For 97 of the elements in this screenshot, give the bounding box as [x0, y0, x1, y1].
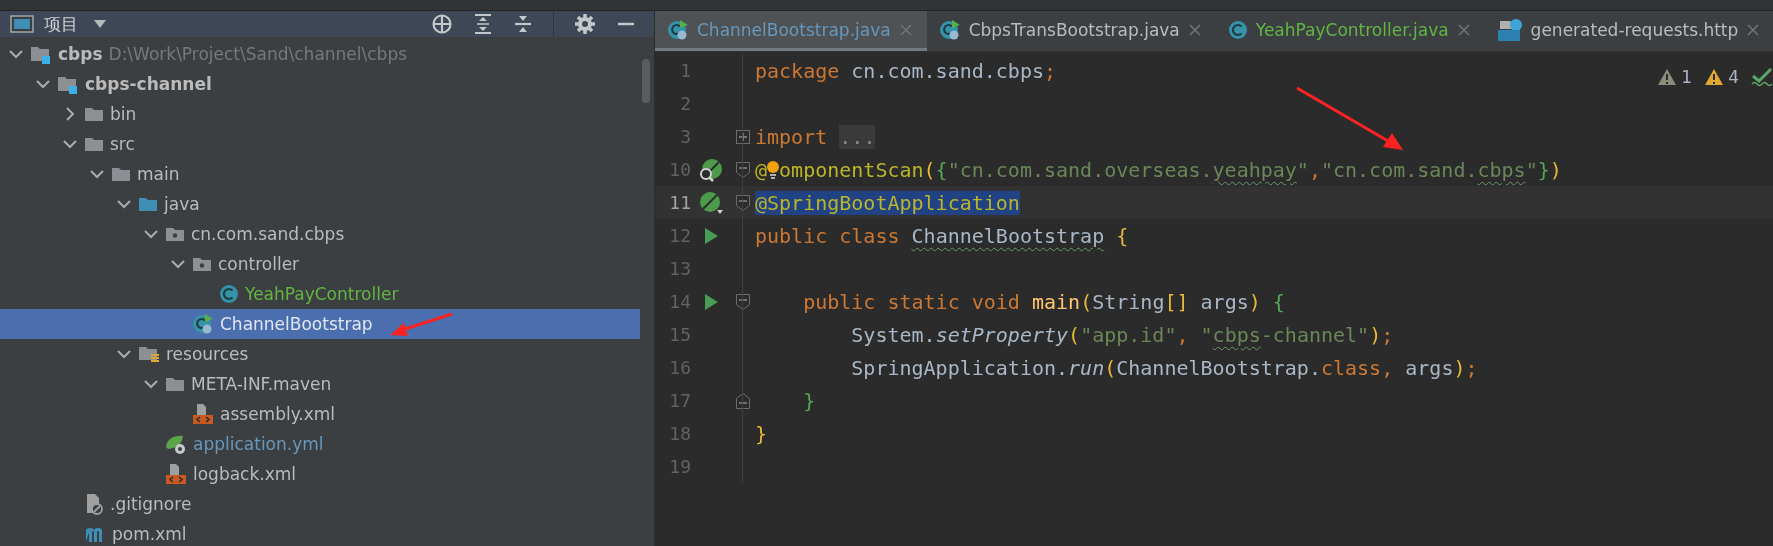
warning-icon[interactable] — [1657, 68, 1678, 86]
xml-file-icon — [165, 463, 187, 485]
api-file-icon — [1496, 17, 1523, 42]
warning-icon[interactable] — [1704, 68, 1725, 86]
code-line: } — [755, 421, 768, 446]
folder-icon — [111, 166, 131, 182]
class-icon — [219, 284, 239, 304]
line-number: 18 — [668, 423, 691, 444]
tree-item[interactable]: ChannelBootstrap — [0, 309, 640, 339]
item-label: cbps-channel — [85, 74, 212, 94]
tree-item[interactable]: src — [0, 129, 640, 159]
item-label: main — [137, 164, 180, 184]
problem-count: 4 — [1728, 67, 1739, 87]
editor-tab[interactable]: generated-requests.http — [1484, 11, 1773, 51]
spring-class-icon — [192, 313, 214, 335]
item-label: logback.xml — [193, 464, 297, 484]
tree-item[interactable]: cn.com.sand.cbps — [0, 219, 640, 249]
module-folder-icon — [57, 74, 79, 94]
line-number: 1 — [679, 60, 691, 81]
item-label: bin — [110, 104, 137, 124]
package-folder-icon — [192, 256, 212, 272]
code-line: public class ChannelBootstrap { — [755, 223, 1129, 248]
line-number: 17 — [668, 390, 691, 411]
leaf-gear-icon — [165, 433, 187, 455]
line-number: 16 — [668, 357, 691, 378]
code-line: System.setProperty("app.id", "cbps-channel"); — [850, 322, 1394, 347]
settings-icon[interactable] — [574, 13, 596, 35]
code-line: package cn.com.sand.cbps; — [755, 58, 1057, 83]
line-number: 12 — [668, 225, 691, 246]
item-label: src — [110, 134, 135, 154]
line-number: 2 — [679, 93, 691, 114]
tree-item[interactable]: .gitignore — [0, 489, 640, 519]
class-icon — [1227, 19, 1248, 40]
typo-check-icon[interactable] — [1751, 67, 1773, 87]
item-label: cbps — [58, 44, 103, 64]
item-label: application.yml — [193, 434, 324, 454]
item-path: D:\Work\Project\Sand\channel\cbps — [108, 44, 408, 64]
tree-item[interactable]: cbps-channel — [0, 69, 640, 99]
xml-file-icon — [192, 403, 214, 425]
tree-item[interactable]: java — [0, 189, 640, 219]
tree-item[interactable]: application.yml — [0, 429, 640, 459]
line-number: 14 — [668, 291, 691, 312]
folder-icon — [138, 196, 158, 212]
window-icon — [10, 14, 34, 34]
item-label: resources — [166, 344, 249, 364]
item-label: .gitignore — [110, 494, 192, 514]
spring-class-icon — [667, 18, 689, 41]
tree-item[interactable]: YeahPayController — [0, 279, 640, 309]
expand-all-icon[interactable] — [473, 13, 493, 35]
run-icon[interactable] — [702, 225, 720, 246]
tree-item[interactable]: pom.xml — [0, 519, 640, 546]
line-number: 3 — [679, 126, 691, 147]
tree-item[interactable]: controller — [0, 249, 640, 279]
code-line: SpringApplication.run(ChannelBootstrap.class, args); — [850, 355, 1478, 380]
item-label: cn.com.sand.cbps — [191, 224, 345, 244]
ignored-file-icon — [84, 493, 104, 515]
tree-item[interactable]: bin — [0, 99, 640, 129]
package-folder-icon — [165, 226, 185, 242]
folder-icon — [165, 376, 185, 392]
crosshair-icon[interactable] — [431, 13, 453, 35]
bean-search-icon[interactable] — [698, 156, 724, 183]
item-label: java — [164, 194, 200, 214]
code-line: import ... — [755, 124, 876, 149]
item-label: controller — [218, 254, 300, 274]
module-folder-icon — [30, 44, 52, 64]
item-label: assembly.xml — [220, 404, 336, 424]
line-number: 11 — [668, 192, 691, 213]
tree-item[interactable]: cbps D:\Work\Project\Sand\channel\cbps — [0, 39, 640, 69]
line-number: 10 — [668, 159, 691, 180]
editor-tab[interactable]: YeahPayController.java — [1215, 11, 1485, 51]
spring-class-icon — [938, 18, 961, 41]
item-label: pom.xml — [112, 524, 187, 544]
line-number: 19 — [668, 456, 691, 477]
tree-item[interactable]: logback.xml — [0, 459, 640, 489]
line-number: 15 — [668, 324, 691, 345]
tree-item[interactable]: META-INF.maven — [0, 369, 640, 399]
resources-folder-icon — [138, 345, 160, 363]
folder-icon — [84, 106, 104, 122]
code-line: } — [802, 388, 816, 413]
arrow-drawing — [390, 312, 453, 336]
scrollbar-thumb[interactable] — [642, 59, 650, 103]
tree-item[interactable]: main — [0, 159, 640, 189]
line-number: 13 — [668, 258, 691, 279]
code-line: @ omponentScan({"cn.com.sand.overseas.yeahpay","cn.com.sand.cbps"}) — [755, 157, 1562, 182]
folder-icon — [84, 136, 104, 152]
bean-icon[interactable] — [698, 189, 724, 216]
tree-item[interactable]: assembly.xml — [0, 399, 640, 429]
editor-tab[interactable]: CbpsTransBootstrap.java — [926, 11, 1216, 51]
code-line: public static void main(String[] args) { — [802, 289, 1285, 314]
item-label: YeahPayController — [245, 284, 399, 304]
run-icon[interactable] — [702, 291, 720, 312]
panel-title: 项目 — [44, 12, 78, 36]
tree-item[interactable]: resources — [0, 339, 640, 369]
problem-count: 1 — [1681, 67, 1693, 87]
collapse-all-icon[interactable] — [513, 13, 533, 35]
item-label: META-INF.maven — [191, 374, 332, 394]
item-label: ChannelBootstrap — [220, 314, 373, 334]
